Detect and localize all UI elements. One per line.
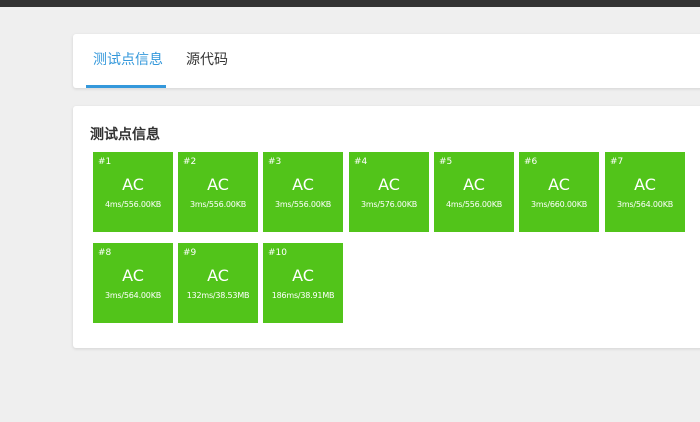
case-id: #1 — [98, 157, 112, 167]
case-status: AC — [548, 175, 570, 194]
case-status: AC — [122, 175, 144, 194]
case-stats: 3ms/556.00KB — [189, 200, 247, 209]
case-stats: 4ms/556.00KB — [445, 200, 503, 209]
case-status: AC — [378, 175, 400, 194]
case-id: #4 — [354, 157, 368, 167]
test-case-3[interactable]: #3 AC 3ms/556.00KB — [263, 152, 343, 232]
case-stats: 3ms/556.00KB — [274, 200, 332, 209]
case-status: AC — [463, 175, 485, 194]
test-case-5[interactable]: #5 AC 4ms/556.00KB — [434, 152, 514, 232]
case-id: #5 — [439, 157, 453, 167]
case-id: #10 — [268, 248, 287, 258]
case-id: #9 — [183, 248, 197, 258]
active-tab-indicator — [86, 85, 166, 88]
case-stats: 3ms/576.00KB — [360, 200, 418, 209]
test-case-6[interactable]: #6 AC 3ms/660.00KB — [519, 152, 599, 232]
test-case-4[interactable]: #4 AC 3ms/576.00KB — [349, 152, 429, 232]
test-results-panel: 测试点信息 #1 AC 4ms/556.00KB #2 AC 3ms/556.0… — [73, 106, 700, 348]
test-case-10[interactable]: #10 AC 186ms/38.91MB — [263, 243, 343, 323]
section-title: 测试点信息 — [90, 127, 160, 143]
case-stats: 132ms/38.53MB — [186, 291, 250, 300]
case-stats: 4ms/556.00KB — [104, 200, 162, 209]
test-case-8[interactable]: #8 AC 3ms/564.00KB — [93, 243, 173, 323]
case-status: AC — [292, 175, 314, 194]
test-case-9[interactable]: #9 AC 132ms/38.53MB — [178, 243, 258, 323]
case-status: AC — [634, 175, 656, 194]
tab-test-info[interactable]: 测试点信息 — [93, 34, 163, 88]
test-case-1[interactable]: #1 AC 4ms/556.00KB — [93, 152, 173, 232]
case-status: AC — [207, 175, 229, 194]
case-status: AC — [292, 266, 314, 285]
case-id: #3 — [268, 157, 282, 167]
case-id: #2 — [183, 157, 197, 167]
case-status: AC — [122, 266, 144, 285]
case-stats: 3ms/564.00KB — [616, 200, 674, 209]
case-id: #7 — [610, 157, 624, 167]
case-id: #8 — [98, 248, 112, 258]
top-navbar — [0, 0, 700, 7]
tab-source-code[interactable]: 源代码 — [186, 34, 228, 88]
case-stats: 3ms/660.00KB — [530, 200, 588, 209]
case-id: #6 — [524, 157, 538, 167]
test-case-7[interactable]: #7 AC 3ms/564.00KB — [605, 152, 685, 232]
case-stats: 3ms/564.00KB — [104, 291, 162, 300]
case-stats: 186ms/38.91MB — [271, 291, 335, 300]
test-case-2[interactable]: #2 AC 3ms/556.00KB — [178, 152, 258, 232]
case-status: AC — [207, 266, 229, 285]
tabs-bar: 测试点信息 源代码 — [73, 34, 700, 88]
